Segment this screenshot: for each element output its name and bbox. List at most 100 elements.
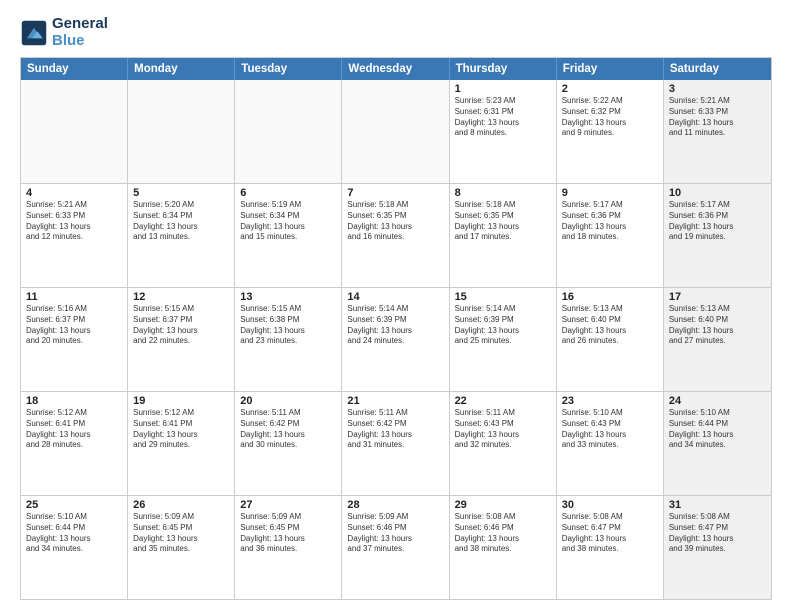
calendar-row-2: 11Sunrise: 5:16 AM Sunset: 6:37 PM Dayli…	[21, 287, 771, 391]
calendar-cell-18: 18Sunrise: 5:12 AM Sunset: 6:41 PM Dayli…	[21, 392, 128, 495]
day-number: 20	[240, 395, 336, 407]
calendar-cell-empty-0-3	[342, 80, 449, 183]
calendar-cell-12: 12Sunrise: 5:15 AM Sunset: 6:37 PM Dayli…	[128, 288, 235, 391]
page: General Blue SundayMondayTuesdayWednesda…	[0, 0, 792, 612]
calendar-cell-31: 31Sunrise: 5:08 AM Sunset: 6:47 PM Dayli…	[664, 496, 771, 599]
calendar-cell-19: 19Sunrise: 5:12 AM Sunset: 6:41 PM Dayli…	[128, 392, 235, 495]
cell-info: Sunrise: 5:09 AM Sunset: 6:45 PM Dayligh…	[133, 512, 229, 555]
day-number: 12	[133, 291, 229, 303]
calendar-row-4: 25Sunrise: 5:10 AM Sunset: 6:44 PM Dayli…	[21, 495, 771, 599]
weekday-header-friday: Friday	[557, 58, 664, 80]
cell-info: Sunrise: 5:16 AM Sunset: 6:37 PM Dayligh…	[26, 304, 122, 347]
day-number: 2	[562, 83, 658, 95]
calendar-row-1: 4Sunrise: 5:21 AM Sunset: 6:33 PM Daylig…	[21, 183, 771, 287]
calendar-cell-22: 22Sunrise: 5:11 AM Sunset: 6:43 PM Dayli…	[450, 392, 557, 495]
cell-info: Sunrise: 5:08 AM Sunset: 6:47 PM Dayligh…	[669, 512, 766, 555]
day-number: 8	[455, 187, 551, 199]
calendar-cell-26: 26Sunrise: 5:09 AM Sunset: 6:45 PM Dayli…	[128, 496, 235, 599]
calendar-body: 1Sunrise: 5:23 AM Sunset: 6:31 PM Daylig…	[21, 80, 771, 599]
calendar-row-0: 1Sunrise: 5:23 AM Sunset: 6:31 PM Daylig…	[21, 80, 771, 183]
calendar-cell-21: 21Sunrise: 5:11 AM Sunset: 6:42 PM Dayli…	[342, 392, 449, 495]
calendar-cell-8: 8Sunrise: 5:18 AM Sunset: 6:35 PM Daylig…	[450, 184, 557, 287]
calendar: SundayMondayTuesdayWednesdayThursdayFrid…	[20, 57, 772, 600]
cell-info: Sunrise: 5:12 AM Sunset: 6:41 PM Dayligh…	[133, 408, 229, 451]
day-number: 31	[669, 499, 766, 511]
calendar-cell-9: 9Sunrise: 5:17 AM Sunset: 6:36 PM Daylig…	[557, 184, 664, 287]
day-number: 1	[455, 83, 551, 95]
day-number: 6	[240, 187, 336, 199]
cell-info: Sunrise: 5:15 AM Sunset: 6:38 PM Dayligh…	[240, 304, 336, 347]
weekday-header-saturday: Saturday	[664, 58, 771, 80]
calendar-cell-10: 10Sunrise: 5:17 AM Sunset: 6:36 PM Dayli…	[664, 184, 771, 287]
cell-info: Sunrise: 5:10 AM Sunset: 6:44 PM Dayligh…	[669, 408, 766, 451]
day-number: 25	[26, 499, 122, 511]
day-number: 28	[347, 499, 443, 511]
day-number: 5	[133, 187, 229, 199]
day-number: 22	[455, 395, 551, 407]
day-number: 21	[347, 395, 443, 407]
calendar-cell-23: 23Sunrise: 5:10 AM Sunset: 6:43 PM Dayli…	[557, 392, 664, 495]
day-number: 11	[26, 291, 122, 303]
day-number: 10	[669, 187, 766, 199]
calendar-header: SundayMondayTuesdayWednesdayThursdayFrid…	[21, 58, 771, 80]
calendar-cell-1: 1Sunrise: 5:23 AM Sunset: 6:31 PM Daylig…	[450, 80, 557, 183]
cell-info: Sunrise: 5:17 AM Sunset: 6:36 PM Dayligh…	[562, 200, 658, 243]
cell-info: Sunrise: 5:10 AM Sunset: 6:43 PM Dayligh…	[562, 408, 658, 451]
cell-info: Sunrise: 5:08 AM Sunset: 6:46 PM Dayligh…	[455, 512, 551, 555]
calendar-cell-27: 27Sunrise: 5:09 AM Sunset: 6:45 PM Dayli…	[235, 496, 342, 599]
day-number: 23	[562, 395, 658, 407]
day-number: 15	[455, 291, 551, 303]
cell-info: Sunrise: 5:09 AM Sunset: 6:45 PM Dayligh…	[240, 512, 336, 555]
cell-info: Sunrise: 5:15 AM Sunset: 6:37 PM Dayligh…	[133, 304, 229, 347]
cell-info: Sunrise: 5:18 AM Sunset: 6:35 PM Dayligh…	[347, 200, 443, 243]
cell-info: Sunrise: 5:20 AM Sunset: 6:34 PM Dayligh…	[133, 200, 229, 243]
cell-info: Sunrise: 5:14 AM Sunset: 6:39 PM Dayligh…	[347, 304, 443, 347]
calendar-cell-29: 29Sunrise: 5:08 AM Sunset: 6:46 PM Dayli…	[450, 496, 557, 599]
cell-info: Sunrise: 5:11 AM Sunset: 6:42 PM Dayligh…	[347, 408, 443, 451]
calendar-cell-13: 13Sunrise: 5:15 AM Sunset: 6:38 PM Dayli…	[235, 288, 342, 391]
cell-info: Sunrise: 5:11 AM Sunset: 6:42 PM Dayligh…	[240, 408, 336, 451]
calendar-cell-16: 16Sunrise: 5:13 AM Sunset: 6:40 PM Dayli…	[557, 288, 664, 391]
logo: General Blue	[20, 16, 108, 49]
calendar-cell-30: 30Sunrise: 5:08 AM Sunset: 6:47 PM Dayli…	[557, 496, 664, 599]
cell-info: Sunrise: 5:09 AM Sunset: 6:46 PM Dayligh…	[347, 512, 443, 555]
calendar-cell-28: 28Sunrise: 5:09 AM Sunset: 6:46 PM Dayli…	[342, 496, 449, 599]
weekday-header-thursday: Thursday	[450, 58, 557, 80]
calendar-cell-14: 14Sunrise: 5:14 AM Sunset: 6:39 PM Dayli…	[342, 288, 449, 391]
calendar-row-3: 18Sunrise: 5:12 AM Sunset: 6:41 PM Dayli…	[21, 391, 771, 495]
cell-info: Sunrise: 5:18 AM Sunset: 6:35 PM Dayligh…	[455, 200, 551, 243]
cell-info: Sunrise: 5:08 AM Sunset: 6:47 PM Dayligh…	[562, 512, 658, 555]
calendar-cell-15: 15Sunrise: 5:14 AM Sunset: 6:39 PM Dayli…	[450, 288, 557, 391]
calendar-cell-20: 20Sunrise: 5:11 AM Sunset: 6:42 PM Dayli…	[235, 392, 342, 495]
day-number: 30	[562, 499, 658, 511]
day-number: 16	[562, 291, 658, 303]
cell-info: Sunrise: 5:14 AM Sunset: 6:39 PM Dayligh…	[455, 304, 551, 347]
day-number: 7	[347, 187, 443, 199]
day-number: 4	[26, 187, 122, 199]
day-number: 17	[669, 291, 766, 303]
cell-info: Sunrise: 5:21 AM Sunset: 6:33 PM Dayligh…	[26, 200, 122, 243]
weekday-header-monday: Monday	[128, 58, 235, 80]
calendar-cell-empty-0-0	[21, 80, 128, 183]
calendar-cell-2: 2Sunrise: 5:22 AM Sunset: 6:32 PM Daylig…	[557, 80, 664, 183]
calendar-cell-24: 24Sunrise: 5:10 AM Sunset: 6:44 PM Dayli…	[664, 392, 771, 495]
calendar-cell-11: 11Sunrise: 5:16 AM Sunset: 6:37 PM Dayli…	[21, 288, 128, 391]
cell-info: Sunrise: 5:13 AM Sunset: 6:40 PM Dayligh…	[562, 304, 658, 347]
cell-info: Sunrise: 5:12 AM Sunset: 6:41 PM Dayligh…	[26, 408, 122, 451]
calendar-cell-3: 3Sunrise: 5:21 AM Sunset: 6:33 PM Daylig…	[664, 80, 771, 183]
day-number: 18	[26, 395, 122, 407]
weekday-header-tuesday: Tuesday	[235, 58, 342, 80]
cell-info: Sunrise: 5:13 AM Sunset: 6:40 PM Dayligh…	[669, 304, 766, 347]
day-number: 19	[133, 395, 229, 407]
day-number: 3	[669, 83, 766, 95]
day-number: 9	[562, 187, 658, 199]
calendar-cell-25: 25Sunrise: 5:10 AM Sunset: 6:44 PM Dayli…	[21, 496, 128, 599]
header: General Blue	[20, 16, 772, 49]
day-number: 29	[455, 499, 551, 511]
calendar-cell-6: 6Sunrise: 5:19 AM Sunset: 6:34 PM Daylig…	[235, 184, 342, 287]
day-number: 24	[669, 395, 766, 407]
calendar-cell-7: 7Sunrise: 5:18 AM Sunset: 6:35 PM Daylig…	[342, 184, 449, 287]
logo-icon	[20, 19, 48, 47]
calendar-cell-17: 17Sunrise: 5:13 AM Sunset: 6:40 PM Dayli…	[664, 288, 771, 391]
calendar-cell-empty-0-1	[128, 80, 235, 183]
